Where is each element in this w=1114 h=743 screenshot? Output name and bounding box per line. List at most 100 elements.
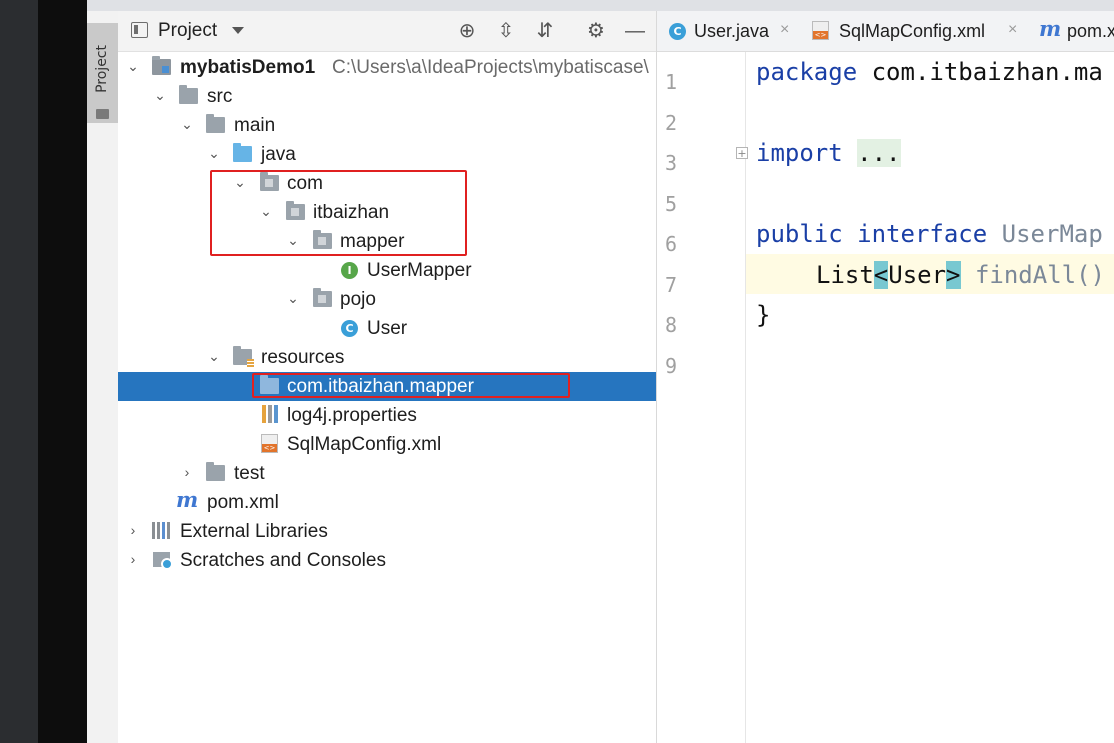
tree-row-main[interactable]: ⌄ main bbox=[118, 111, 656, 140]
folded-imports[interactable]: ... bbox=[857, 139, 901, 167]
chevron-down-icon[interactable] bbox=[232, 27, 244, 34]
collapse-all-icon[interactable]: ⇵ bbox=[533, 19, 557, 43]
close-icon[interactable]: × bbox=[780, 21, 789, 39]
resources-folder-icon bbox=[233, 346, 254, 367]
line-number: 6 bbox=[665, 232, 678, 256]
tree-label-project-root: mybatisDemo1 bbox=[180, 57, 316, 78]
folder-icon bbox=[206, 462, 225, 481]
tab-label-pom: pom.x bbox=[1067, 21, 1114, 41]
libraries-icon bbox=[152, 522, 172, 539]
folder-icon bbox=[96, 109, 109, 119]
line-number: 1 bbox=[665, 70, 678, 94]
tree-label-resources: resources bbox=[261, 347, 345, 368]
tree-label-pojo: pojo bbox=[340, 289, 376, 310]
code-line-7[interactable]: List<User> findAll() bbox=[816, 261, 1105, 289]
chevron-down-icon[interactable]: ⌄ bbox=[179, 116, 195, 132]
tree-row-resources[interactable]: ⌄ resources bbox=[118, 343, 656, 372]
tree-row-pom[interactable]: m pom.xml bbox=[118, 488, 656, 517]
project-view-selector[interactable]: Project bbox=[158, 20, 217, 42]
matched-bracket: < bbox=[873, 261, 889, 289]
tree-row-java[interactable]: ⌄ java bbox=[118, 140, 656, 169]
tree-row-project-root[interactable]: ⌄ mybatisDemo1 C:\Users\a\IdeaProjects\m… bbox=[118, 53, 656, 82]
tree-row-src[interactable]: ⌄ src bbox=[118, 82, 656, 111]
line-number: 7 bbox=[665, 273, 678, 297]
tab-sqlmapconfig[interactable]: SqlMapConfig.xml × bbox=[800, 11, 1026, 51]
tree-row-sqlmapconfig[interactable]: SqlMapConfig.xml bbox=[118, 430, 656, 459]
code-editor: C User.java × SqlMapConfig.xml × m pom.x… bbox=[657, 11, 1114, 743]
code-line-1[interactable]: package com.itbaizhan.ma bbox=[756, 58, 1103, 86]
chevron-down-icon[interactable]: ⌄ bbox=[125, 58, 141, 74]
project-folder-icon bbox=[131, 22, 148, 38]
code-line-3[interactable]: import ... bbox=[756, 139, 901, 167]
tree-row-test[interactable]: › test bbox=[118, 459, 656, 488]
tab-pom[interactable]: m pom.x bbox=[1027, 11, 1114, 51]
tree-label-pom: pom.xml bbox=[207, 492, 279, 513]
code-keyword: interface bbox=[857, 220, 988, 248]
code-line-8[interactable]: } bbox=[756, 301, 770, 329]
window-title-strip bbox=[87, 0, 1114, 11]
scratches-icon bbox=[153, 552, 173, 570]
line-number: 9 bbox=[665, 354, 678, 378]
project-tool-tab-label: Project bbox=[94, 45, 110, 93]
xml-file-icon bbox=[812, 21, 829, 40]
project-tool-tab[interactable]: Project bbox=[87, 23, 118, 123]
chevron-down-icon[interactable]: ⌄ bbox=[206, 145, 222, 161]
code-type: User bbox=[888, 261, 947, 289]
highlight-box-resources-mapper bbox=[252, 373, 570, 398]
xml-file-icon bbox=[261, 434, 278, 453]
tree-label-src: src bbox=[207, 86, 233, 107]
chevron-down-icon[interactable]: ⌄ bbox=[206, 348, 222, 364]
editor-tab-bar: C User.java × SqlMapConfig.xml × m pom.x bbox=[657, 11, 1114, 52]
line-number: 5 bbox=[665, 192, 678, 216]
tree-label-main: main bbox=[234, 115, 276, 136]
module-folder-icon bbox=[152, 56, 171, 75]
maven-icon: m bbox=[1039, 16, 1062, 41]
line-number: 8 bbox=[665, 313, 678, 337]
line-number: 2 bbox=[665, 111, 678, 135]
matched-bracket: > bbox=[946, 261, 961, 289]
class-icon: C bbox=[669, 23, 686, 40]
code-identifier: UserMap bbox=[987, 220, 1103, 248]
background-left-edge bbox=[0, 0, 38, 743]
chevron-right-icon[interactable]: › bbox=[179, 464, 195, 480]
chevron-right-icon[interactable]: › bbox=[125, 551, 141, 567]
highlight-box-java-packages bbox=[210, 170, 467, 256]
properties-file-icon bbox=[262, 405, 278, 423]
chevron-down-icon[interactable]: ⌄ bbox=[285, 290, 301, 306]
tree-row-pojo[interactable]: ⌄ pojo bbox=[118, 285, 656, 314]
code-keyword: public bbox=[756, 220, 843, 248]
code-text: } bbox=[756, 301, 771, 329]
tab-label-user-java: User.java bbox=[694, 21, 770, 41]
project-panel: Project ⊕ ⇳ ⇵ ⚙ — ⌄ mybatisDemo1 C:\User… bbox=[118, 11, 657, 743]
close-icon[interactable]: × bbox=[1008, 21, 1017, 39]
folder-icon bbox=[206, 114, 225, 133]
chevron-right-icon[interactable]: › bbox=[125, 522, 141, 538]
tree-row-usermapper[interactable]: I UserMapper bbox=[118, 256, 656, 285]
code-line-6[interactable]: public interface UserMap bbox=[756, 220, 1103, 248]
tree-row-scratches[interactable]: › Scratches and Consoles bbox=[118, 546, 656, 575]
chevron-down-icon[interactable]: ⌄ bbox=[152, 87, 168, 103]
tree-row-user[interactable]: C User bbox=[118, 314, 656, 343]
project-panel-header: Project ⊕ ⇳ ⇵ ⚙ — bbox=[118, 11, 656, 52]
expand-all-icon[interactable]: ⇳ bbox=[494, 19, 518, 43]
tree-row-log4j[interactable]: log4j.properties bbox=[118, 401, 656, 430]
tree-label-user: User bbox=[367, 318, 408, 339]
tree-label-log4j: log4j.properties bbox=[287, 405, 417, 426]
tree-label-java: java bbox=[261, 144, 296, 165]
tab-label-sqlmapconfig: SqlMapConfig.xml bbox=[839, 21, 986, 41]
code-type: List bbox=[816, 261, 874, 289]
gear-icon[interactable]: ⚙ bbox=[584, 19, 608, 43]
maven-icon: m bbox=[176, 487, 199, 512]
tab-user-java[interactable]: C User.java × bbox=[657, 11, 799, 51]
left-tool-strip: Project bbox=[87, 11, 119, 743]
project-path: C:\Users\a\IdeaProjects\mybatiscase\ bbox=[332, 57, 649, 78]
line-number-gutter: 1 2 3 5 6 7 8 9 bbox=[657, 52, 746, 743]
tree-label-test: test bbox=[234, 463, 265, 484]
interface-icon: I bbox=[341, 262, 358, 279]
locate-icon[interactable]: ⊕ bbox=[455, 19, 479, 43]
fold-expand-icon[interactable]: + bbox=[736, 147, 748, 159]
tree-label-sqlmapconfig: SqlMapConfig.xml bbox=[287, 434, 442, 455]
tree-row-external-libraries[interactable]: › External Libraries bbox=[118, 517, 656, 546]
tree-label-external-libraries: External Libraries bbox=[180, 521, 328, 542]
minimize-icon[interactable]: — bbox=[623, 19, 647, 43]
